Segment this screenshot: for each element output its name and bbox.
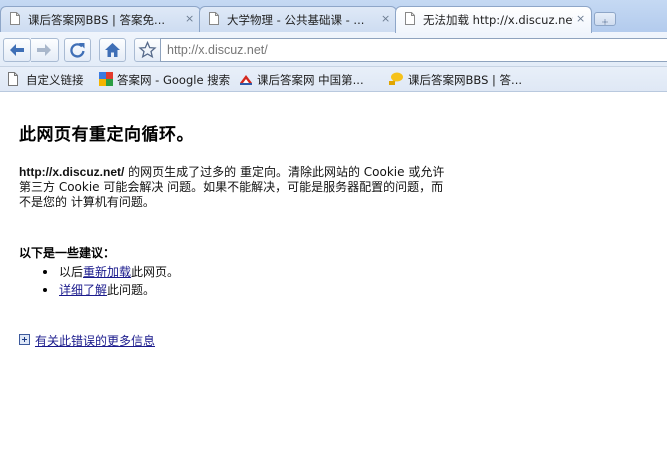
suggestions-heading: 以下是一些建议： [19, 246, 116, 260]
suggestions-list: 以后重新加载此网页。 详细了解此问题。 [41, 263, 179, 299]
error-url: http://x.discuz.net/ [19, 165, 125, 179]
page-icon [10, 12, 20, 25]
home-button[interactable] [99, 38, 126, 62]
home-icon [105, 43, 120, 57]
reload-icon [70, 43, 85, 58]
suggestion-text: 此问题。 [107, 283, 156, 297]
toolbar: http://x.discuz.net/ [0, 32, 667, 67]
reload-link[interactable]: 重新加载 [83, 265, 131, 279]
bullet-icon [43, 270, 47, 274]
bookmark-star-button[interactable] [134, 38, 161, 62]
forward-arrow-icon [37, 44, 51, 56]
more-info-link[interactable]: 有关此错误的更多信息 [35, 332, 155, 349]
bookmark-label: 课后答案网 中国第... [257, 73, 364, 87]
address-url: http://x.discuz.net/ [167, 43, 268, 57]
error-text-line-3: 不是您的 计算机有问题。 [19, 195, 155, 209]
tab-title: 大学物理 - 公共基础课 - ... [227, 13, 365, 27]
forward-button[interactable] [31, 38, 59, 62]
error-text-line-1: 的网页生成了过多的 重定向。清除此网站的 Cookie 或允许 [124, 165, 445, 179]
back-arrow-icon [10, 44, 24, 56]
khda-bbs-icon [389, 72, 403, 85]
tab-title: 课后答案网BBS | 答案免... [28, 13, 166, 27]
tab-title: 无法加载 http://x.discuz.net/ [423, 13, 573, 27]
error-page: 此网页有重定向循环。 http://x.discuz.net/ 的网页生成了过多… [0, 92, 667, 466]
star-icon [138, 40, 157, 59]
error-description: http://x.discuz.net/ 的网页生成了过多的 重定向。清除此网站… [19, 165, 484, 210]
address-bar[interactable]: http://x.discuz.net/ [160, 38, 667, 62]
close-icon[interactable]: × [381, 12, 390, 25]
plus-icon [602, 19, 608, 25]
back-button[interactable] [3, 38, 31, 62]
list-item: 以后重新加载此网页。 [41, 263, 179, 281]
tab-khda-bbs[interactable]: 课后答案网BBS | 答案免... × [0, 6, 201, 32]
close-icon[interactable]: × [185, 12, 194, 25]
page-icon [209, 12, 219, 25]
bookmarks-bar: 自定义链接 答案网 - Google 搜索 课后答案网 中国第... 课后答案网… [0, 67, 667, 92]
close-icon[interactable]: × [576, 12, 585, 25]
tab-physics[interactable]: 大学物理 - 公共基础课 - ... × [199, 6, 397, 32]
expand-plus-icon [19, 334, 30, 345]
bullet-icon [43, 288, 47, 292]
bookmark-label: 自定义链接 [26, 73, 84, 87]
bookmark-label: 答案网 - Google 搜索 [117, 73, 231, 87]
khda-logo-icon [240, 75, 252, 85]
suggestion-text: 此网页。 [131, 265, 180, 279]
bookmark-label: 课后答案网BBS | 答... [408, 73, 523, 87]
page-icon [8, 72, 18, 86]
suggestion-text: 以后 [59, 265, 84, 279]
tab-error-page[interactable]: 无法加载 http://x.discuz.net/ × [395, 6, 592, 33]
error-text-line-2: 第三方 Cookie 可能会解决 问题。如果不能解决，可能是服务器配置的问题，而 [19, 180, 444, 194]
reload-button[interactable] [64, 38, 91, 62]
tab-strip: 课后答案网BBS | 答案免... × 大学物理 - 公共基础课 - ... ×… [0, 0, 667, 33]
learn-more-link[interactable]: 详细了解 [59, 283, 107, 297]
page-title: 此网页有重定向循环。 [19, 125, 194, 145]
page-icon [405, 12, 415, 25]
list-item: 详细了解此问题。 [41, 281, 179, 299]
new-tab-button[interactable] [594, 12, 616, 26]
google-icon [99, 72, 113, 86]
